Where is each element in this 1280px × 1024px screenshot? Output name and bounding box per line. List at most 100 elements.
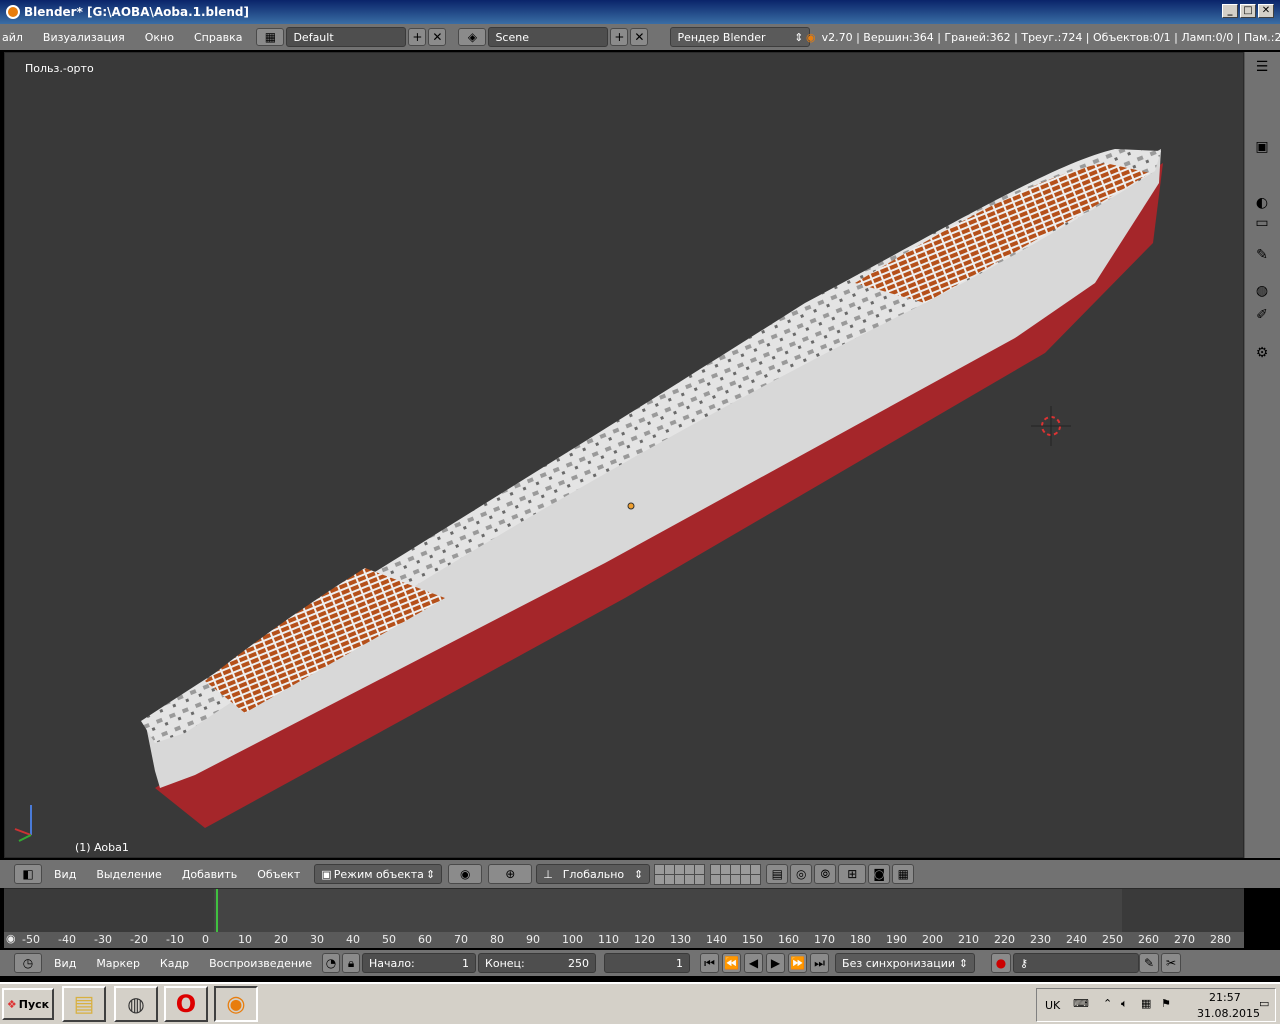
render-properties-icon[interactable]: ▭ (1249, 212, 1275, 234)
menu-render[interactable]: Визуализация (33, 31, 135, 44)
timeline-menu-marker[interactable]: Маркер (86, 957, 150, 970)
scene-selector-icon[interactable]: ◈ (458, 28, 487, 46)
minimize-button[interactable]: _ (1222, 4, 1238, 18)
end-frame-field[interactable]: Конец: 250 (478, 953, 597, 973)
outliner-icon[interactable]: ☰ (1249, 56, 1275, 78)
taskbar-explorer-button[interactable]: ▤ (62, 986, 106, 1022)
scene-layers[interactable] (654, 863, 766, 885)
current-frame-line[interactable] (216, 889, 218, 935)
jump-keyframe-back-icon[interactable]: ⏪ (722, 953, 742, 973)
pin-icon[interactable]: ✎ (1249, 244, 1275, 266)
insert-keyframe-icon[interactable]: ✎ (1139, 953, 1160, 973)
keyboard-icon[interactable]: ⌨ (1073, 997, 1089, 1010)
show-desktop-icon[interactable]: ▭ (1259, 997, 1269, 1010)
lock-layers-icon[interactable]: ▤ (766, 864, 789, 884)
mode-dropdown[interactable]: ▣ Режим объекта ⇕ (314, 864, 443, 884)
add-layout-icon[interactable]: + (408, 28, 427, 46)
delete-keyframe-icon[interactable]: ✂ (1161, 953, 1182, 973)
start-button[interactable]: ❖ Пуск (2, 988, 54, 1020)
proportional-edit-icon[interactable]: ◎ (790, 864, 813, 884)
timeline-tick-label: 50 (382, 933, 396, 946)
timeline-tick-label: 120 (634, 933, 655, 946)
timeline-area[interactable] (4, 888, 1244, 935)
timeline-menu-view[interactable]: Вид (44, 957, 86, 970)
sync-dropdown[interactable]: Без синхронизации ⇕ (835, 953, 976, 973)
snap-icon[interactable]: ⦾ (814, 864, 837, 884)
menu-window[interactable]: Окно (135, 31, 184, 44)
play-icon[interactable]: ▶ (766, 953, 786, 973)
flag-icon[interactable]: ⚑ (1161, 997, 1171, 1010)
screen-layout-selector-icon[interactable]: ▦ (256, 28, 285, 46)
expand-tray-icon[interactable]: ⌃ (1103, 997, 1112, 1010)
timeline-tick-label: 200 (922, 933, 943, 946)
header-menu-object[interactable]: Объект (247, 868, 310, 881)
modifier-icon[interactable]: ⚙ (1249, 342, 1275, 364)
timeline-tick-label: 280 (1210, 933, 1231, 946)
timeline-tick-label: 160 (778, 933, 799, 946)
editor-type-icon[interactable]: ◧ (14, 864, 42, 884)
camera-icon[interactable]: ▣ (1249, 136, 1275, 158)
timeline-menu-playback[interactable]: Воспроизведение (199, 957, 322, 970)
taskbar-opera-button[interactable]: O (164, 986, 208, 1022)
sync-label: Без синхронизации (842, 956, 956, 970)
current-frame-field[interactable]: 1 (604, 953, 691, 973)
timeline-ruler[interactable]: -50 -40 -30 -20 -10 0 10 20 30 40 50 60 70 80 90 100 110… (4, 932, 1244, 948)
header-menu-select[interactable]: Выделение (86, 868, 172, 881)
material-icon[interactable]: ◍ (1249, 280, 1275, 302)
record-icon[interactable]: ● (991, 953, 1012, 973)
axis-gizmo-icon (14, 805, 32, 842)
render-animation-icon[interactable]: ▦ (892, 864, 915, 884)
lock-icon[interactable]: 🔒︎ (342, 953, 361, 973)
scene-field[interactable]: Scene (488, 27, 609, 47)
network-icon[interactable]: ▦ (1141, 997, 1151, 1010)
taskbar-blender-button[interactable]: ◉ (214, 986, 258, 1022)
ship-model[interactable] (5, 53, 1244, 858)
timeline-tick-label: 40 (346, 933, 360, 946)
close-window-button[interactable]: ✕ (1258, 4, 1274, 18)
chevron-updown-icon: ⇕ (958, 956, 969, 970)
window-controls: _ □ ✕ (1222, 4, 1274, 18)
menu-help[interactable]: Справка (184, 31, 252, 44)
timeline-tick-label: 230 (1030, 933, 1051, 946)
layer-grid-2[interactable] (710, 863, 762, 885)
preview-range-icon[interactable]: ◔ (322, 953, 341, 973)
add-scene-icon[interactable]: + (610, 28, 629, 46)
blender-icon: ◉ (226, 991, 246, 1017)
maximize-button[interactable]: □ (1240, 4, 1256, 18)
taskbar-app-button[interactable]: ◍ (114, 986, 158, 1022)
keying-set-field[interactable]: ⚷ (1013, 953, 1140, 973)
header-menu-add[interactable]: Добавить (172, 868, 247, 881)
play-reverse-icon[interactable]: ◀ (744, 953, 764, 973)
jump-start-icon[interactable]: ⏮ (700, 953, 720, 973)
menu-file[interactable]: айл (0, 31, 33, 44)
jump-keyframe-forward-icon[interactable]: ⏩ (788, 953, 808, 973)
volume-icon[interactable]: 🔈︎ (1121, 997, 1128, 1011)
render-engine-dropdown[interactable]: Рендер Blender ⇕ (670, 27, 811, 47)
layer-grid-1[interactable] (654, 863, 706, 885)
header-menu-view[interactable]: Вид (44, 868, 86, 881)
remove-scene-icon[interactable]: ✕ (630, 28, 649, 46)
start-label: Пуск (18, 997, 50, 1011)
shading-mode-icon[interactable]: ◉ (448, 864, 483, 884)
render-image-icon[interactable]: ◙ (868, 864, 891, 884)
start-frame-field[interactable]: Начало: 1 (362, 953, 477, 973)
language-indicator[interactable]: UK (1045, 999, 1060, 1012)
snap-element-icon[interactable]: ⊞ (838, 864, 867, 884)
timeline-menu-frame[interactable]: Кадр (150, 957, 199, 970)
ruler-scroll-handle-icon[interactable]: ◉ (6, 932, 16, 945)
screen-layout-field[interactable]: Default (286, 27, 407, 47)
toggle-icon[interactable]: ◐ (1249, 192, 1275, 214)
timeline-editor-type-icon[interactable]: ◷ (14, 953, 42, 973)
3d-cursor-icon[interactable] (1031, 406, 1071, 446)
timeline-tick-label: 0 (202, 933, 209, 946)
timeline-tick-label: 60 (418, 933, 432, 946)
3d-viewport[interactable]: Польз.-орто (1) Aoba1 (4, 52, 1244, 858)
jump-end-icon[interactable]: ⏭ (810, 953, 830, 973)
transform-orientation-dropdown[interactable]: ⊥ Глобально ⇕ (536, 864, 651, 884)
timeline-tick-label: 20 (274, 933, 288, 946)
pivot-point-icon[interactable]: ⊕ (488, 864, 533, 884)
right-toolbar: ☰ ▣ ◐ ▭ ✎ ◍ ✐ ⚙ (1244, 52, 1280, 858)
brush-icon[interactable]: ✐ (1249, 304, 1275, 326)
timeline-tick-label: 150 (742, 933, 763, 946)
remove-layout-icon[interactable]: ✕ (428, 28, 447, 46)
